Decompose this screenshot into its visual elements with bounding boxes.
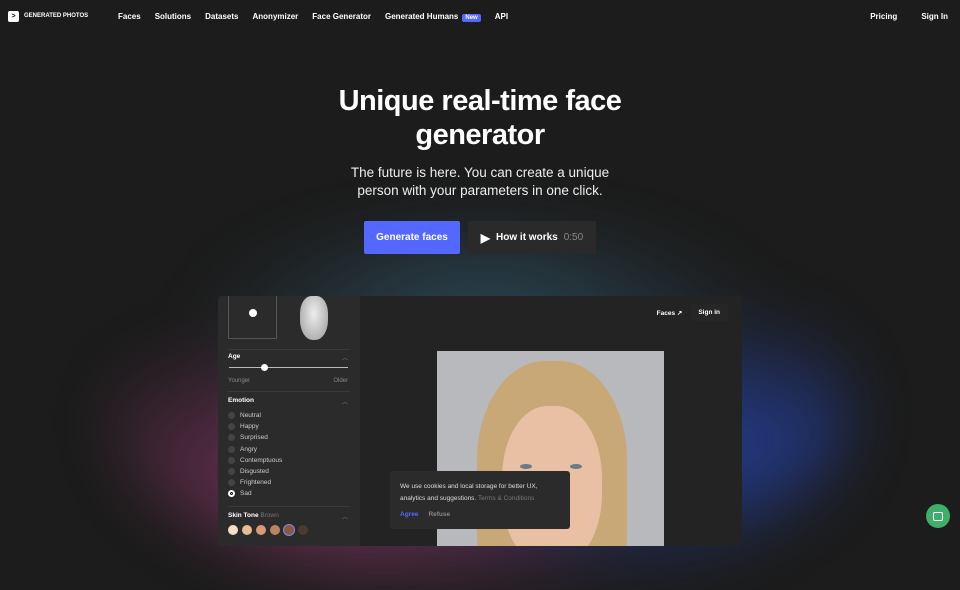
age-slider-thumb[interactable] xyxy=(261,363,269,371)
nav-face-generator[interactable]: Face Generator xyxy=(312,12,371,21)
head-pose-pad[interactable] xyxy=(228,296,277,339)
emotion-label: Neutral xyxy=(240,412,261,419)
radio-icon[interactable] xyxy=(228,456,235,464)
radio-icon[interactable] xyxy=(228,490,235,498)
age-title: Age xyxy=(228,353,241,360)
radio-icon[interactable] xyxy=(228,468,235,475)
chat-icon xyxy=(933,511,943,521)
emotion-label: Happy xyxy=(240,423,259,431)
refuse-button[interactable]: Refuse xyxy=(428,509,450,521)
divider xyxy=(228,391,350,392)
how-label: How it works xyxy=(496,232,558,243)
nav-api[interactable]: API xyxy=(495,12,508,21)
brand-name: GENERATED PHOTOS xyxy=(24,13,89,19)
radio-icon[interactable] xyxy=(228,434,235,442)
top-nav: > GENERATED PHOTOS Faces Solutions Datase… xyxy=(0,0,960,32)
chevron-up-icon[interactable]: ︿ xyxy=(342,353,348,362)
emotion-option-contemptuous[interactable]: Contemptuous xyxy=(228,456,283,464)
radio-icon[interactable] xyxy=(228,479,235,487)
chat-button[interactable] xyxy=(926,504,950,528)
agree-button[interactable]: Agree xyxy=(400,509,418,521)
divider xyxy=(228,506,350,507)
head-preview xyxy=(300,296,328,340)
app-sign-in-button[interactable]: Sign in xyxy=(690,304,728,321)
emotion-option-angry[interactable]: Angry xyxy=(228,445,257,453)
skin-tone-value: Brown xyxy=(260,512,279,519)
emotion-label: Contemptuous xyxy=(240,456,283,464)
emotion-title: Emotion xyxy=(228,397,254,404)
hero-subtitle: The future is here. You can create a uni… xyxy=(350,165,610,198)
cookie-banner: We use cookies and local storage for bet… xyxy=(390,471,570,529)
logo[interactable]: > GENERATED PHOTOS xyxy=(8,10,108,22)
emotion-label: Angry xyxy=(240,445,257,453)
chevron-up-icon[interactable]: ︿ xyxy=(342,397,348,406)
radio-icon[interactable] xyxy=(228,445,235,453)
skin-tone-swatch[interactable] xyxy=(242,525,252,535)
skin-tone-swatch[interactable] xyxy=(270,525,280,535)
nav-datasets[interactable]: Datasets xyxy=(205,12,238,21)
emotion-option-neutral[interactable]: Neutral xyxy=(228,412,261,419)
nav-faces[interactable]: Faces xyxy=(118,12,141,21)
radio-icon[interactable] xyxy=(228,412,235,419)
age-min-label: Younger xyxy=(228,378,251,384)
skin-tone-swatch[interactable] xyxy=(256,525,266,535)
how-it-works-button[interactable]: ▶ How it works 0:50 xyxy=(468,221,596,254)
nav-sign-in[interactable]: Sign In xyxy=(921,12,948,21)
hero-title: Unique real-time face generator xyxy=(338,85,622,151)
nav-label: Generated Humans xyxy=(385,11,459,21)
age-max-label: Older xyxy=(333,378,348,384)
emotion-option-disgusted[interactable]: Disgusted xyxy=(228,468,269,475)
emotion-option-frightened[interactable]: Frightened xyxy=(228,479,272,487)
divider xyxy=(228,349,350,350)
settings-sidebar: Age ︿ Younger Older Emotion ︿ Neutral Hap… xyxy=(218,296,360,546)
generate-faces-button[interactable]: Generate faces xyxy=(364,221,460,254)
skin-tone-label: Skin Tone xyxy=(228,512,259,519)
emotion-option-surprised[interactable]: Surprised xyxy=(228,434,268,442)
faces-label: Faces xyxy=(656,309,676,317)
emotion-option-happy[interactable]: Happy xyxy=(228,423,259,431)
pose-handle[interactable] xyxy=(249,309,257,317)
emotion-label: Frightened xyxy=(240,479,272,487)
terms-link[interactable]: Terms & Conditions xyxy=(478,495,534,502)
chevron-up-icon[interactable]: ︿ xyxy=(342,512,348,521)
new-badge: New xyxy=(462,13,481,22)
emotion-label: Disgusted xyxy=(240,468,269,475)
skin-tone-swatch[interactable] xyxy=(228,525,238,535)
nav-solutions[interactable]: Solutions xyxy=(155,12,191,21)
video-duration: 0:50 xyxy=(563,232,584,243)
skin-tone-swatch[interactable] xyxy=(284,525,294,535)
skin-tone-swatch[interactable] xyxy=(298,525,308,535)
emotion-option-sad[interactable]: Sad xyxy=(228,490,252,498)
logo-icon: > xyxy=(8,10,19,22)
play-icon: ▶ xyxy=(480,230,491,245)
emotion-label: Surprised xyxy=(240,434,268,442)
nav-anonymizer[interactable]: Anonymizer xyxy=(253,12,299,21)
nav-pricing[interactable]: Pricing xyxy=(870,12,897,21)
faces-link[interactable]: Faces ↗ xyxy=(657,309,683,317)
radio-icon[interactable] xyxy=(228,423,235,431)
nav-generated-humans[interactable]: Generated Humans New xyxy=(385,11,481,22)
emotion-label: Sad xyxy=(240,490,252,498)
age-slider[interactable] xyxy=(229,363,348,371)
skin-tone-title: Skin Tone Brown xyxy=(228,512,279,519)
external-link-icon: ↗ xyxy=(676,309,683,317)
